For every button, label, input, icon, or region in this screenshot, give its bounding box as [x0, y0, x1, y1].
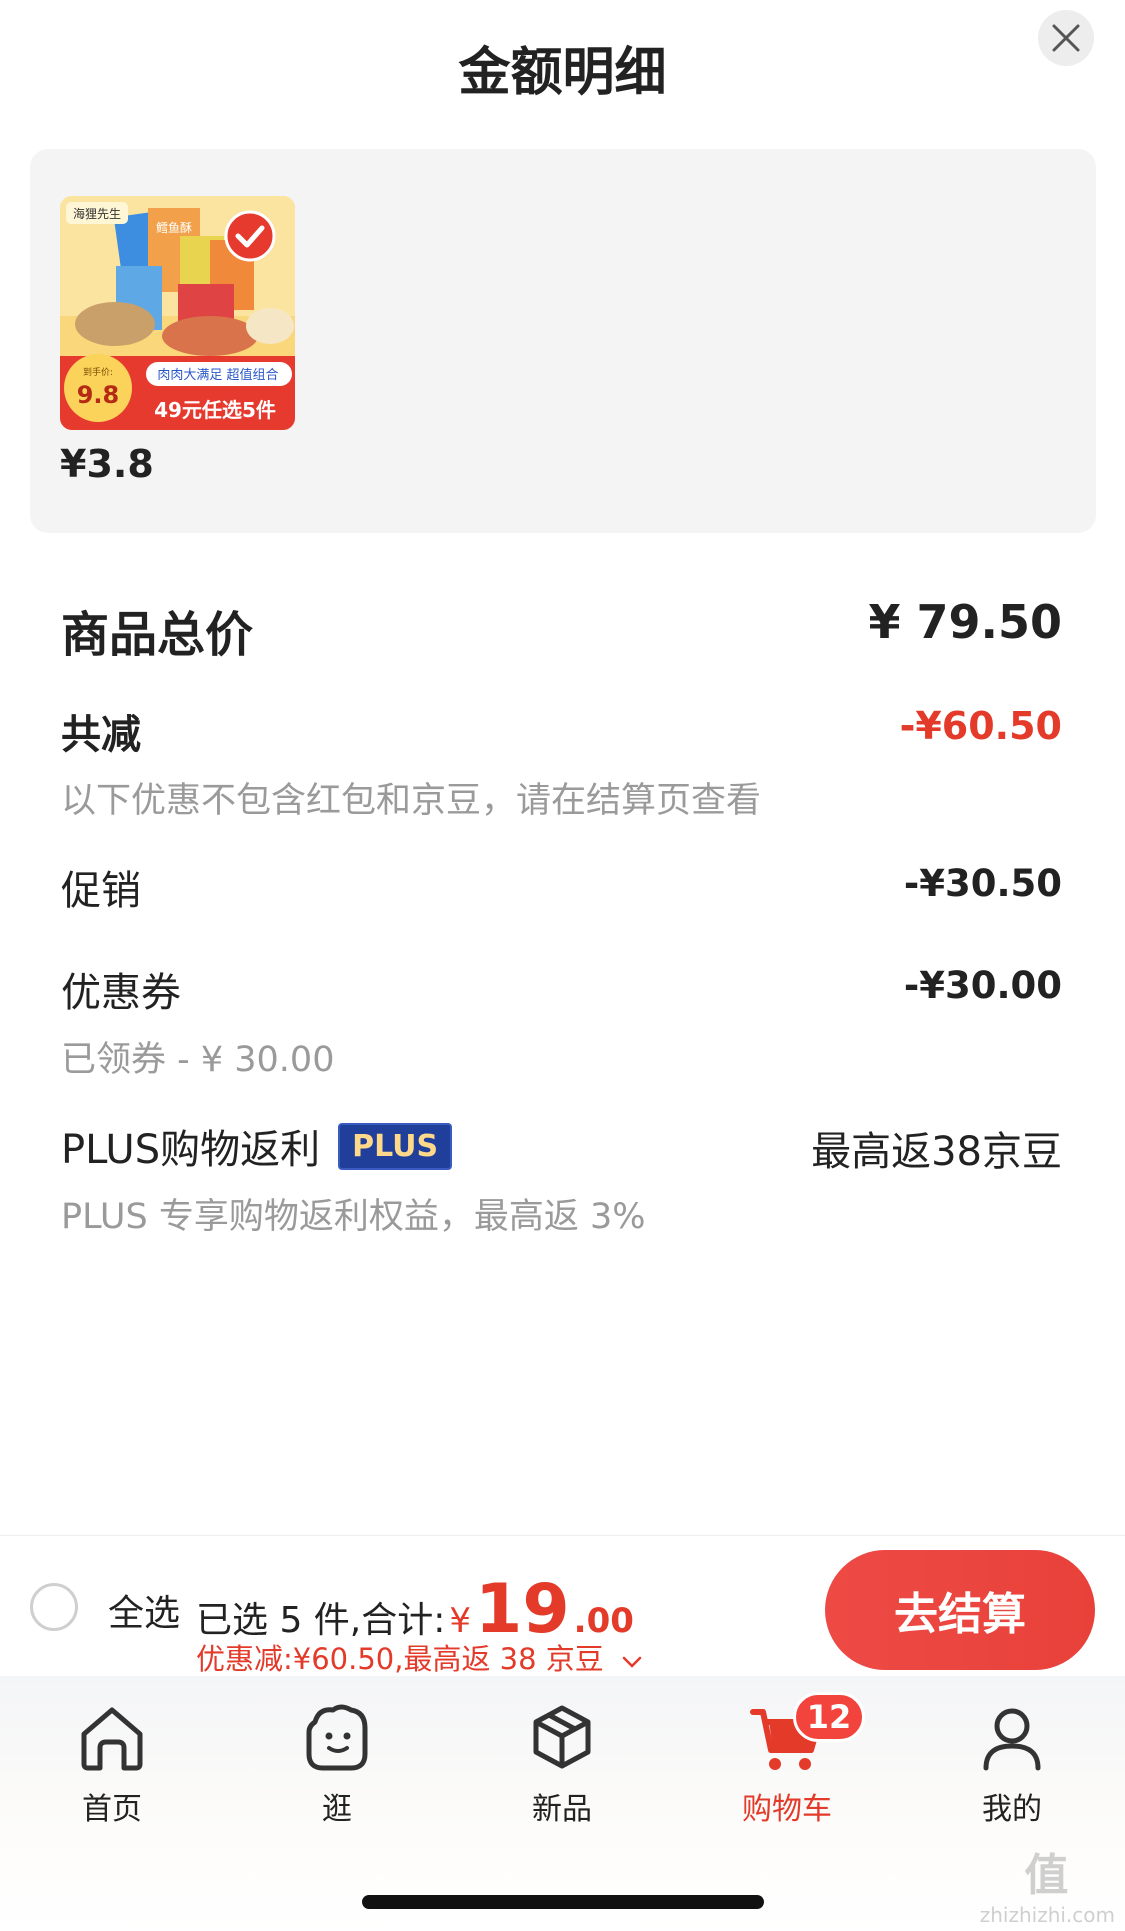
close-icon: [1052, 24, 1080, 52]
plus-rebate-label: PLUS购物返利: [61, 1127, 321, 1173]
chevron-down-icon: [622, 1656, 642, 1668]
total-price-label: 商品总价: [61, 607, 254, 663]
tab-mine-label: 我的: [982, 1792, 1042, 1827]
thumb-brand: 海狸先生: [73, 206, 121, 221]
plus-badge: PLUS: [338, 1122, 453, 1170]
total-price-value: ¥ 79.50: [868, 595, 1062, 649]
page-title: 金额明细: [458, 43, 667, 103]
selected-summary: 已选 5 件,合计: ¥ 19 .00: [196, 1576, 634, 1644]
close-button[interactable]: [1038, 10, 1094, 66]
watermark-url: zhizhizhi.com: [979, 1903, 1115, 1927]
thumb-promo: 49元任选5件: [154, 398, 276, 422]
tab-cart[interactable]: 12 购物车: [717, 1692, 865, 1828]
select-all-label[interactable]: 全选: [108, 1584, 180, 1636]
tab-new[interactable]: 新品: [492, 1698, 632, 1828]
thumb-hand-price-label: 到手价:: [83, 366, 113, 378]
thumb-tagline: 肉肉大满足 超值组合: [157, 367, 278, 383]
currency-symbol: ¥: [449, 1601, 472, 1641]
tab-cart-label: 购物车: [742, 1792, 832, 1827]
stroll-face-icon: [306, 1704, 368, 1771]
select-all-checkbox[interactable]: [30, 1583, 78, 1631]
bottom-tab-bar: 首页 逛 新品 12 购物车 我的 值 zhizhizhi.com: [0, 1676, 1125, 1931]
tab-new-label: 新品: [532, 1792, 592, 1827]
tab-home[interactable]: 首页: [42, 1698, 182, 1828]
discount-detail-toggle[interactable]: 优惠减:¥60.50,最高返 38 京豆: [196, 1636, 643, 1678]
home-indicator[interactable]: [362, 1895, 764, 1909]
tab-home-label: 首页: [82, 1792, 142, 1827]
checkout-bar: 全选 已选 5 件,合计: ¥ 19 .00 优惠减:¥60.50,最高返 38…: [0, 1535, 1125, 1676]
tab-stroll[interactable]: 逛: [267, 1698, 407, 1828]
coupon-value: -¥30.00: [903, 964, 1062, 1007]
total-discount-label: 共减: [61, 712, 141, 758]
home-icon: [81, 1707, 143, 1771]
thumb-hand-price: 9.8: [77, 381, 120, 409]
total-discount-value: -¥60.50: [899, 704, 1062, 748]
watermark-logo: 值: [1024, 1850, 1071, 1901]
plus-rebate-row: PLUS购物返利 PLUS: [61, 1117, 453, 1175]
discount-note: 以下优惠不包含红包和京豆，请在结算页查看: [61, 781, 762, 821]
checkout-button[interactable]: 去结算: [825, 1550, 1095, 1670]
promo-label: 促销: [61, 868, 141, 914]
watermark: 值 zhizhizhi.com: [980, 1839, 1115, 1927]
discount-line-text: 优惠减:¥60.50,最高返 38 京豆: [196, 1642, 604, 1676]
total-integer: 19: [475, 1570, 570, 1649]
amount-detail-sheet: 金额明细 肉肉大满足 超值组合 49元任选5件 到手价: 9.8 海狸先生 鳕鱼…: [0, 0, 1125, 1931]
product-card: 肉肉大满足 超值组合 49元任选5件 到手价: 9.8 海狸先生 鳕鱼酥 ¥3.…: [30, 149, 1096, 533]
total-decimal: .00: [573, 1601, 634, 1641]
product-image: 肉肉大满足 超值组合 49元任选5件 到手价: 9.8 海狸先生 鳕鱼酥: [60, 196, 295, 430]
coupon-label: 优惠券: [61, 970, 181, 1016]
tab-mine[interactable]: 我的: [942, 1698, 1082, 1828]
product-thumbnail[interactable]: 肉肉大满足 超值组合 49元任选5件 到手价: 9.8 海狸先生 鳕鱼酥: [60, 196, 295, 430]
cube-icon: [533, 1705, 591, 1769]
coupon-note: 已领券 - ¥ 30.00: [61, 1040, 335, 1080]
thumb-product-name: 鳕鱼酥: [156, 221, 192, 235]
tab-stroll-label: 逛: [322, 1792, 352, 1827]
person-icon: [983, 1708, 1041, 1771]
product-price: ¥3.8: [60, 442, 154, 486]
plus-rebate-value: 最高返38京豆: [811, 1129, 1062, 1175]
cart-count-badge: 12: [793, 1692, 865, 1742]
promo-value: -¥30.50: [903, 862, 1062, 905]
plus-rebate-note: PLUS 专享购物返利权益，最高返 3%: [61, 1197, 646, 1237]
